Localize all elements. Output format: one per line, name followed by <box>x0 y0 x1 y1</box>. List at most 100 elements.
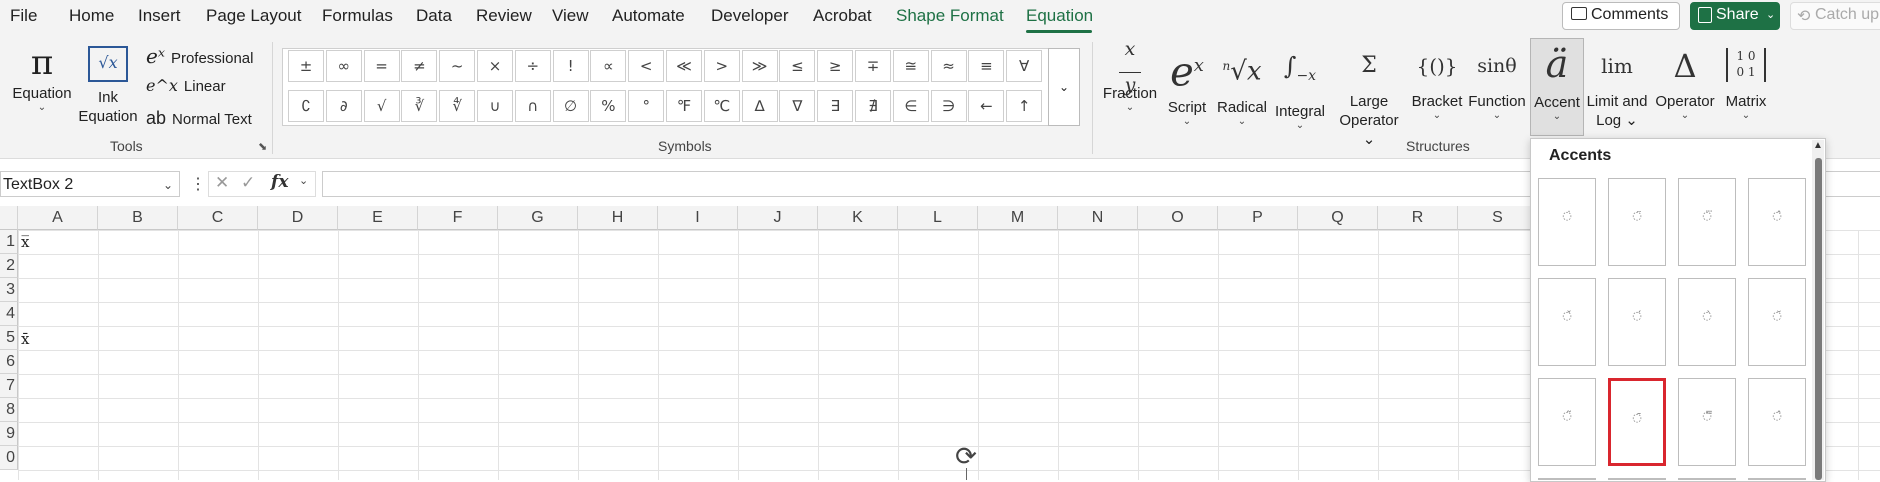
symbol-button[interactable]: ∈ <box>892 90 929 122</box>
row-header[interactable]: 6 <box>0 350 18 374</box>
symbol-button[interactable]: ≪ <box>666 50 702 82</box>
symbol-button[interactable]: ∀ <box>1006 50 1043 82</box>
integral-button[interactable]: ∫−x Integral ⌄ <box>1272 40 1328 131</box>
column-header[interactable]: N <box>1058 206 1138 230</box>
tab-data[interactable]: Data <box>416 6 452 26</box>
tab-developer[interactable]: Developer <box>711 6 789 26</box>
column-header[interactable]: H <box>578 206 658 230</box>
accent-tile[interactable]: ◌̀ <box>1678 278 1736 366</box>
symbol-button[interactable]: ∃ <box>817 90 854 122</box>
column-header[interactable]: J <box>738 206 818 230</box>
column-header[interactable]: G <box>498 206 578 230</box>
row-header[interactable]: 5 <box>0 326 18 350</box>
row-header[interactable]: 4 <box>0 302 18 326</box>
symbols-more-button[interactable]: ⌄ <box>1048 48 1080 126</box>
enter-icon[interactable]: ✓ <box>241 173 255 193</box>
symbol-button[interactable]: ∄ <box>855 90 891 122</box>
symbol-button[interactable]: ← <box>968 90 1005 122</box>
scroll-up-icon[interactable]: ▲ <box>1813 140 1823 151</box>
accent-tile[interactable]: ◌̃ <box>1538 378 1596 466</box>
symbol-button[interactable]: ∅ <box>552 90 589 122</box>
symbol-button[interactable]: ∛ <box>401 90 438 122</box>
row-header[interactable]: 9 <box>0 422 18 446</box>
tab-home[interactable]: Home <box>69 6 114 26</box>
symbol-button[interactable]: ↑ <box>1006 90 1043 122</box>
column-header[interactable]: F <box>418 206 498 230</box>
tab-view[interactable]: View <box>552 6 589 26</box>
symbol-button[interactable]: ∁ <box>288 90 324 122</box>
bracket-button[interactable]: {()} Bracket ⌄ <box>1410 40 1464 121</box>
row-header[interactable]: 0 <box>0 446 18 470</box>
function-button[interactable]: sinθ Function ⌄ <box>1466 40 1528 121</box>
accent-tile[interactable]: ◌̂ <box>1748 378 1806 466</box>
tab-equation[interactable]: Equation <box>1026 6 1093 26</box>
linear-button[interactable]: e^x Linear <box>146 76 226 95</box>
cell-a1[interactable]: x̅ <box>21 233 29 251</box>
symbol-button[interactable]: ∪ <box>477 90 513 122</box>
accent-tile[interactable]: ◌̈ <box>1608 178 1666 266</box>
column-header[interactable]: P <box>1218 206 1298 230</box>
matrix-button[interactable]: 1 00 1 Matrix ⌄ <box>1718 40 1774 121</box>
tab-shape-format[interactable]: Shape Format <box>896 6 1004 26</box>
ink-equation-button[interactable]: √x Ink Equation <box>76 42 140 126</box>
symbol-button[interactable]: ∋ <box>930 90 967 122</box>
insert-function-button[interactable]: fx <box>271 172 288 192</box>
column-header[interactable]: D <box>258 206 338 230</box>
column-header[interactable]: I <box>658 206 738 230</box>
column-header[interactable]: L <box>898 206 978 230</box>
column-header[interactable]: R <box>1378 206 1458 230</box>
symbol-button[interactable]: √ <box>363 90 400 122</box>
accent-tile[interactable]: ◌́ <box>1608 278 1666 366</box>
column-header[interactable]: C <box>178 206 258 230</box>
radical-button[interactable]: n√x Radical ⌄ <box>1214 40 1270 127</box>
column-header[interactable]: B <box>98 206 178 230</box>
professional-button[interactable]: eˣ Professional <box>146 44 253 68</box>
symbol-button[interactable]: ∩ <box>514 90 551 122</box>
tab-formulas[interactable]: Formulas <box>322 6 393 26</box>
symbol-button[interactable]: ∜ <box>439 90 476 122</box>
symbol-button[interactable]: ≠ <box>401 50 438 82</box>
symbol-button[interactable]: ∝ <box>590 50 627 82</box>
symbol-button[interactable]: ≤ <box>779 50 816 82</box>
symbol-button[interactable]: ≈ <box>930 50 967 82</box>
limit-and-log-button[interactable]: lim Limit and Log ⌄ <box>1584 40 1650 130</box>
column-header[interactable]: K <box>818 206 898 230</box>
symbol-button[interactable]: ± <box>288 50 324 82</box>
column-header[interactable]: O <box>1138 206 1218 230</box>
symbol-button[interactable]: ∂ <box>325 90 362 122</box>
row-header[interactable]: 7 <box>0 374 18 398</box>
cell-a5[interactable]: x̄ <box>21 330 29 348</box>
symbol-button[interactable]: ! <box>552 50 589 82</box>
scrollbar-thumb[interactable] <box>1815 158 1822 480</box>
cancel-icon[interactable]: ✕ <box>215 173 229 193</box>
symbol-button[interactable]: ~ <box>439 50 476 82</box>
large-operator-button[interactable]: Σ Large Operator ⌄ <box>1328 40 1410 149</box>
symbol-button[interactable]: ∇ <box>779 90 816 122</box>
symbol-button[interactable]: % <box>590 90 627 122</box>
column-header[interactable]: A <box>18 206 98 230</box>
share-button[interactable]: Share ⌄ <box>1690 2 1780 30</box>
tab-page-layout[interactable]: Page Layout <box>206 6 301 26</box>
fraction-button[interactable]: xy Fraction ⌄ <box>1102 40 1158 113</box>
symbol-button[interactable]: ∞ <box>325 50 362 82</box>
normal-text-button[interactable]: ab Normal Text <box>146 108 252 129</box>
more-options-icon[interactable]: ⋮ <box>190 174 206 194</box>
column-header[interactable]: Q <box>1298 206 1378 230</box>
tab-automate[interactable]: Automate <box>612 6 685 26</box>
select-all-corner[interactable] <box>0 206 18 230</box>
dialog-launcher-icon[interactable]: ⬊ <box>258 140 267 153</box>
tab-insert[interactable]: Insert <box>138 6 181 26</box>
column-header[interactable]: E <box>338 206 418 230</box>
symbol-button[interactable]: ≡ <box>968 50 1005 82</box>
equation-button[interactable]: π Equation ⌄ <box>8 42 76 113</box>
symbol-button[interactable]: ℉ <box>666 90 702 122</box>
accent-tile[interactable]: ◌̌ <box>1538 278 1596 366</box>
symbol-button[interactable]: = <box>363 50 400 82</box>
tab-review[interactable]: Review <box>476 6 532 26</box>
script-button[interactable]: ex Script ⌄ <box>1162 40 1212 127</box>
tab-file[interactable]: File <box>10 6 37 26</box>
accent-tile[interactable]: ◌̆ <box>1748 278 1806 366</box>
catch-up-button[interactable]: ⟲ Catch up <box>1790 2 1880 30</box>
column-header[interactable]: S <box>1458 206 1538 230</box>
comments-button[interactable]: Comments <box>1562 2 1680 30</box>
